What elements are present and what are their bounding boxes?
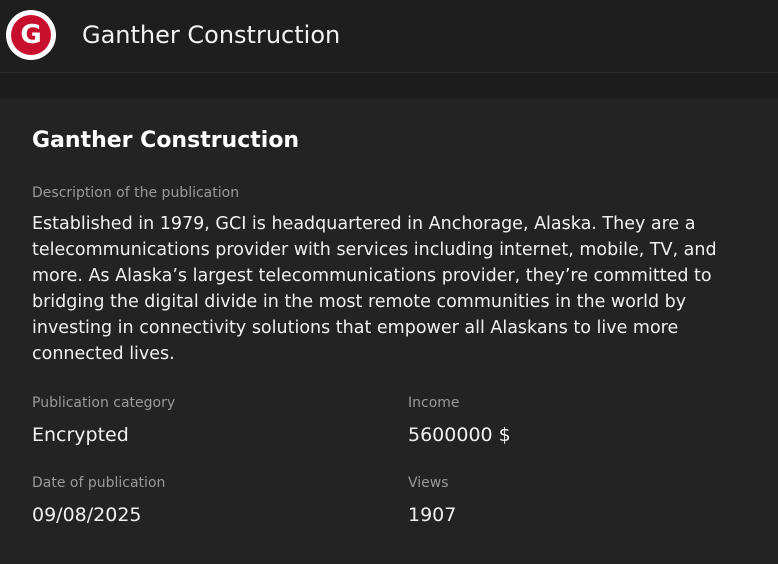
top-header: G Ganther Construction (0, 0, 778, 73)
description-text: Established in 1979, GCI is headquartere… (32, 214, 717, 364)
views-value: 1907 (408, 504, 457, 526)
description-label: Description of the publication (32, 185, 240, 201)
views-label: Views (408, 475, 449, 491)
logo-g-icon: G (11, 15, 51, 55)
category-label: Publication category (32, 395, 176, 411)
date-label: Date of publication (32, 475, 166, 491)
income-label: Income (408, 395, 460, 411)
publication-card: Ganther Construction Description of the … (0, 98, 778, 564)
category-value: Encrypted (32, 424, 129, 446)
income-value: 5600000 $ (408, 424, 511, 446)
company-logo[interactable]: G (6, 10, 56, 60)
publication-title: Ganther Construction (32, 128, 300, 153)
header-title: Ganther Construction (82, 21, 341, 49)
date-value: 09/08/2025 (32, 504, 142, 526)
